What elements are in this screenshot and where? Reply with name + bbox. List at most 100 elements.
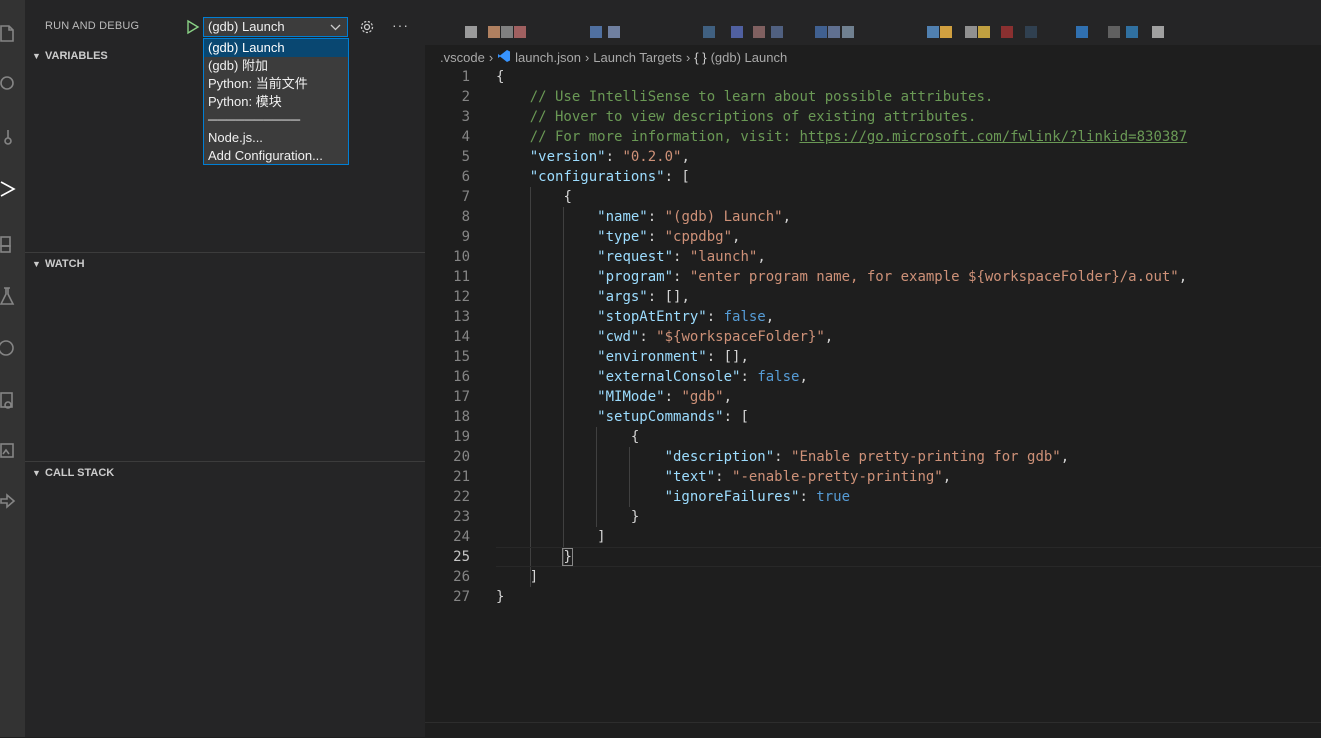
launch-config-dropdown: (gdb) Launch (gdb) 附加 Python: 当前文件 Pytho… — [203, 38, 349, 165]
code-line[interactable]: 27} — [425, 587, 1321, 607]
source-control-icon[interactable] — [0, 126, 22, 148]
code-line[interactable]: 15 "environment": [], — [425, 347, 1321, 367]
tab-redacted[interactable] — [965, 26, 977, 38]
breadcrumb-item[interactable]: launch.json — [515, 50, 581, 65]
tab-redacted[interactable] — [753, 26, 765, 38]
testing-icon[interactable] — [0, 285, 22, 307]
tab-redacted[interactable] — [514, 26, 526, 38]
tab-redacted[interactable] — [815, 26, 827, 38]
code-editor[interactable]: 1{2 // Use IntelliSense to learn about p… — [425, 67, 1321, 607]
line-number: 2 — [461, 89, 470, 105]
breadcrumb-item[interactable]: Launch Targets — [593, 50, 682, 65]
code-token: , — [782, 209, 792, 225]
tab-redacted[interactable] — [940, 26, 952, 38]
tab-redacted[interactable] — [771, 26, 783, 38]
docker-icon[interactable] — [0, 440, 22, 462]
code-line[interactable]: 11 "program": "enter program name, for e… — [425, 267, 1321, 287]
code-line[interactable]: 17 "MIMode": "gdb", — [425, 387, 1321, 407]
live-share-icon[interactable] — [0, 490, 22, 512]
braces-icon: { } — [694, 49, 707, 65]
code-line[interactable]: 19 { — [425, 427, 1321, 447]
horizontal-scrollbar[interactable] — [425, 722, 1321, 738]
tab-redacted[interactable] — [488, 26, 500, 38]
line-text: "stopAtEntry": false, — [496, 307, 774, 327]
line-number: 23 — [453, 509, 470, 525]
tab-redacted[interactable] — [590, 26, 602, 38]
code-line[interactable]: 26 ] — [425, 567, 1321, 587]
code-line[interactable]: 7 { — [425, 187, 1321, 207]
code-line[interactable]: 1{ — [425, 67, 1321, 87]
search-icon[interactable] — [0, 72, 22, 94]
line-text: { — [496, 427, 639, 447]
code-token: "configurations" — [529, 169, 665, 185]
code-line[interactable]: 5 "version": "0.2.0", — [425, 147, 1321, 167]
open-launch-json-button[interactable] — [359, 19, 375, 38]
line-text: "configurations": [ — [496, 167, 690, 187]
code-line[interactable]: 22 "ignoreFailures": true — [425, 487, 1321, 507]
line-number: 22 — [453, 489, 470, 505]
start-debugging-button[interactable] — [185, 19, 201, 35]
dropdown-option[interactable]: Python: 模块 — [204, 93, 348, 111]
code-line[interactable]: 2 // Use IntelliSense to learn about pos… — [425, 87, 1321, 107]
dropdown-option[interactable]: Add Configuration... — [204, 147, 348, 165]
breadcrumb-item[interactable]: .vscode — [440, 50, 485, 65]
launch-config-select[interactable]: (gdb) Launch — [203, 17, 348, 37]
code-line[interactable]: 6 "configurations": [ — [425, 167, 1321, 187]
code-line[interactable]: 25 } — [425, 547, 1321, 567]
code-line[interactable]: 21 "text": "-enable-pretty-printing", — [425, 467, 1321, 487]
tab-redacted[interactable] — [1076, 26, 1088, 38]
line-text: { — [496, 67, 504, 87]
run-debug-icon[interactable] — [0, 178, 22, 200]
code-line[interactable]: 9 "type": "cppdbg", — [425, 227, 1321, 247]
more-actions-button[interactable]: ··· — [392, 17, 409, 33]
code-line[interactable]: 14 "cwd": "${workspaceFolder}", — [425, 327, 1321, 347]
tab-redacted[interactable] — [1025, 26, 1037, 38]
code-line[interactable]: 20 "description": "Enable pretty-printin… — [425, 447, 1321, 467]
tab-redacted[interactable] — [1108, 26, 1120, 38]
breadcrumb-item[interactable]: (gdb) Launch — [711, 50, 788, 65]
sidebar-title: RUN AND DEBUG — [45, 20, 140, 32]
line-text: // Hover to view descriptions of existin… — [496, 107, 977, 127]
code-line[interactable]: 13 "stopAtEntry": false, — [425, 307, 1321, 327]
tab-redacted[interactable] — [465, 26, 477, 38]
code-line[interactable]: 23 } — [425, 507, 1321, 527]
tab-redacted[interactable] — [1001, 26, 1013, 38]
tab-redacted[interactable] — [501, 26, 513, 38]
code-line[interactable]: 8 "name": "(gdb) Launch", — [425, 207, 1321, 227]
dropdown-option[interactable]: (gdb) Launch — [204, 39, 348, 57]
code-token: "-enable-pretty-printing" — [732, 469, 943, 485]
code-token: "text" — [664, 469, 716, 485]
call-stack-section-header[interactable]: ▼ CALL STACK — [25, 462, 425, 484]
remote-explorer-icon[interactable] — [0, 390, 22, 412]
code-line[interactable]: 18 "setupCommands": [ — [425, 407, 1321, 427]
dropdown-option[interactable]: (gdb) 附加 — [204, 57, 348, 75]
tab-redacted[interactable] — [842, 26, 854, 38]
dropdown-option[interactable]: Python: 当前文件 — [204, 75, 348, 93]
code-token: } — [496, 589, 505, 605]
line-number: 9 — [461, 229, 470, 245]
tab-redacted[interactable] — [978, 26, 990, 38]
code-line[interactable]: 3 // Hover to view descriptions of exist… — [425, 107, 1321, 127]
code-line[interactable]: 4 // For more information, visit: https:… — [425, 127, 1321, 147]
code-token: "type" — [597, 229, 648, 245]
tab-redacted[interactable] — [1126, 26, 1138, 38]
tab-redacted[interactable] — [1152, 26, 1164, 38]
watch-section-header[interactable]: ▼ WATCH — [25, 253, 425, 275]
tab-redacted[interactable] — [828, 26, 840, 38]
debug-sidebar: RUN AND DEBUG (gdb) Launch ··· (gdb) Lau… — [25, 0, 425, 737]
line-number: 3 — [461, 109, 470, 125]
code-line[interactable]: 12 "args": [], — [425, 287, 1321, 307]
tab-redacted[interactable] — [927, 26, 939, 38]
code-line[interactable]: 24 ] — [425, 527, 1321, 547]
github-icon[interactable] — [0, 337, 22, 359]
dropdown-option[interactable]: Node.js... — [204, 129, 348, 147]
extensions-icon[interactable] — [0, 232, 22, 254]
explorer-icon[interactable] — [0, 22, 22, 44]
tab-redacted[interactable] — [608, 26, 620, 38]
line-number: 8 — [461, 209, 470, 225]
code-token: : — [647, 229, 665, 245]
tab-redacted[interactable] — [703, 26, 715, 38]
tab-redacted[interactable] — [731, 26, 743, 38]
code-line[interactable]: 10 "request": "launch", — [425, 247, 1321, 267]
code-line[interactable]: 16 "externalConsole": false, — [425, 367, 1321, 387]
